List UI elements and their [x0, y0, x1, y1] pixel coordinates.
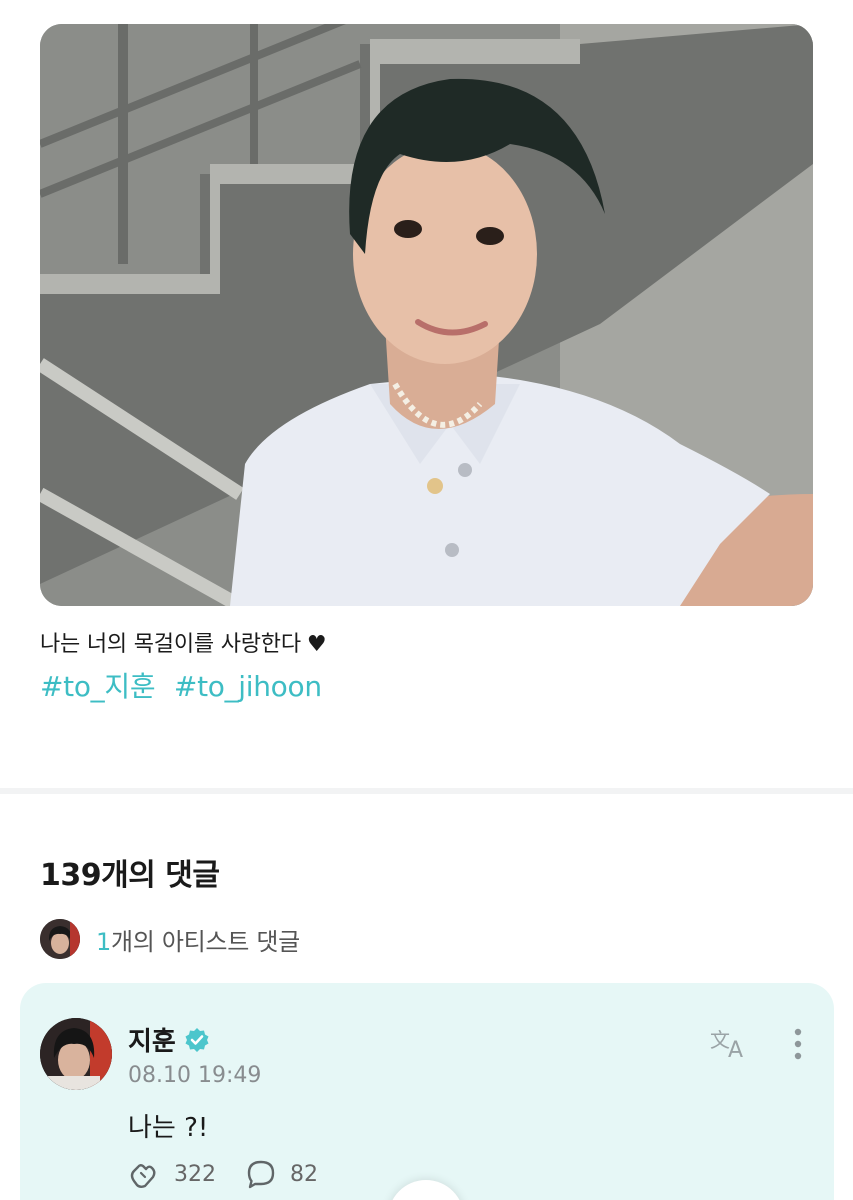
hashtag-link[interactable]: #to_jihoon [174, 670, 322, 703]
artist-comments-count: 1 [96, 927, 111, 956]
verified-badge-icon [185, 1027, 209, 1052]
selfie-photo-illustration [40, 24, 813, 606]
caption-text: 나는 너의 목걸이를 사랑한다 [40, 632, 301, 657]
svg-text:文: 文 [710, 1028, 730, 1052]
artist-comments-text: 개의 아티스트 댓글 [110, 927, 300, 956]
svg-text:A: A [728, 1038, 743, 1061]
artist-comments-label: 1개의 아티스트 댓글 [96, 922, 300, 957]
comment-stats: 322 82 [128, 1159, 348, 1189]
heart-hands-icon [130, 1164, 156, 1188]
post-detail-page: 나는 너의 목걸이를 사랑한다 ♥ #to_지훈 #to_jihoon 139개의… [0, 0, 853, 1200]
artist-comments-filter[interactable]: 1개의 아티스트 댓글 [40, 918, 300, 960]
heart-icon: ♥ [306, 632, 327, 657]
reply-count: 82 [290, 1161, 318, 1187]
speech-bubble-icon [247, 1160, 275, 1189]
like-count: 322 [174, 1161, 216, 1187]
section-divider [0, 788, 853, 794]
comment-author-avatar[interactable] [40, 1018, 112, 1090]
post-photo[interactable] [40, 24, 813, 606]
artist-comment-card: 지훈 08.10 19:49 나는 ?! 文 A 322 82 [20, 983, 834, 1200]
comment-text: 나는 ?! [128, 1113, 209, 1143]
post-caption: 나는 너의 목걸이를 사랑한다 ♥ [40, 626, 327, 658]
comments-count-title: 139개의 댓글 [40, 858, 220, 893]
comment-author-name: 지훈 [128, 1027, 176, 1057]
comment-timestamp: 08.10 19:49 [128, 1063, 262, 1088]
reply-button[interactable]: 82 [246, 1159, 318, 1189]
more-vertical-icon[interactable] [788, 1027, 808, 1061]
like-button[interactable]: 322 [128, 1159, 216, 1189]
artist-avatar [40, 919, 80, 959]
hashtag-list: #to_지훈 #to_jihoon [40, 665, 332, 705]
translate-icon[interactable]: 文 A [710, 1025, 752, 1061]
hashtag-link[interactable]: #to_지훈 [40, 670, 156, 703]
comment-author[interactable]: 지훈 [128, 1021, 210, 1058]
